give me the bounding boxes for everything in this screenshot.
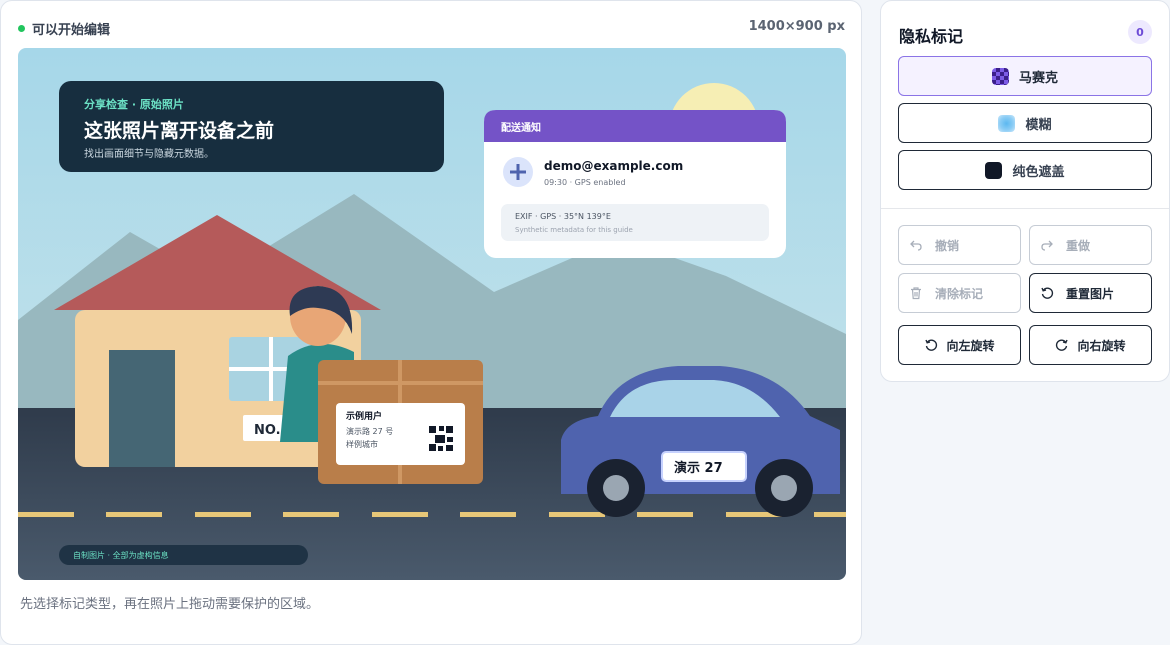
rotate-left-label: 向左旋转	[946, 338, 995, 353]
status-dot-icon	[18, 25, 25, 32]
redo-button[interactable]: 重做	[1029, 225, 1152, 265]
house-number: NO.	[254, 423, 281, 438]
parcel-name: 示例用户	[346, 410, 382, 422]
rotate-left-button[interactable]: 向左旋转	[898, 325, 1021, 365]
undo-icon	[909, 238, 923, 252]
banner-kicker: 分享检查 · 原始照片	[84, 97, 184, 111]
panel-title: 隐私标记	[899, 27, 964, 46]
mark-count-badge: 0	[1128, 20, 1152, 44]
license-plate: 演示 27	[674, 460, 723, 476]
exif-note: Synthetic metadata for this guide	[515, 226, 633, 234]
reset-image-label: 重置图片	[1066, 286, 1115, 301]
editor-status: 可以开始编辑	[18, 19, 110, 38]
reset-image-button[interactable]: 重置图片	[1029, 273, 1152, 313]
blur-label: 模糊	[1025, 117, 1052, 133]
editor-hint: 先选择标记类型，再在照片上拖动需要保护的区域。	[20, 597, 320, 612]
clear-marks-label: 清除标记	[935, 286, 984, 301]
trash-icon	[909, 286, 923, 300]
photo-illustration: NO. 示例用户 演示路 27 号 样例城市 演示 27 分享检查 · 原始照片…	[18, 48, 846, 580]
undo-button[interactable]: 撤销	[898, 225, 1021, 265]
blur-button[interactable]: 模糊	[898, 103, 1152, 143]
parcel: 示例用户 演示路 27 号 样例城市	[318, 360, 483, 484]
mosaic-button[interactable]: 马赛克	[898, 56, 1152, 96]
solid-cover-button[interactable]: 纯色遮盖	[898, 150, 1152, 190]
mosaic-label: 马赛克	[1018, 70, 1058, 86]
parcel-city: 样例城市	[346, 439, 378, 449]
exif-line: EXIF · GPS · 35°N 139°E	[515, 212, 611, 221]
solid-cover-label: 纯色遮盖	[1012, 164, 1065, 180]
clear-marks-button[interactable]: 清除标记	[898, 273, 1021, 313]
editor-card: 可以开始编辑 1400×900 px NO. 示例用户 演示路 27 号 样例城…	[0, 0, 862, 645]
rotate-right-button[interactable]: 向右旋转	[1029, 325, 1152, 365]
photo-canvas[interactable]: NO. 示例用户 演示路 27 号 样例城市 演示 27 分享检查 · 原始照片…	[18, 48, 846, 580]
parcel-address: 演示路 27 号	[346, 426, 393, 436]
redo-icon	[1040, 238, 1054, 252]
image-dimensions: 1400×900 px	[748, 19, 845, 34]
status-text: 可以开始编辑	[32, 23, 111, 38]
photo-banner: 分享检查 · 原始照片 这张照片离开设备之前 找出画面细节与隐藏元数据。	[59, 81, 444, 172]
panel-divider	[881, 208, 1169, 209]
privacy-panel: 隐私标记 0 马赛克 模糊 纯色遮盖 撤销 重做 清除标记 重置图片 向左旋转 …	[880, 0, 1170, 382]
notification-email: demo@example.com	[544, 159, 683, 173]
rotate-right-label: 向右旋转	[1077, 338, 1126, 353]
notification-card: 配送通知 demo@example.com 09:30 · GPS enable…	[484, 110, 786, 258]
banner-subtitle: 找出画面细节与隐藏元数据。	[84, 147, 214, 160]
undo-label: 撤销	[935, 238, 960, 253]
solid-swatch-icon	[985, 161, 1003, 179]
mosaic-swatch-icon	[991, 67, 1009, 85]
photo-footer-note: 自制图片 · 全部为虚构信息	[73, 550, 169, 560]
redo-label: 重做	[1066, 238, 1091, 253]
reset-icon	[1040, 286, 1054, 300]
rotate-right-icon	[1055, 338, 1069, 352]
banner-title: 这张照片离开设备之前	[84, 119, 274, 142]
blur-swatch-icon	[998, 114, 1016, 132]
notification-header: 配送通知	[501, 121, 541, 134]
notification-time: 09:30 · GPS enabled	[544, 178, 626, 187]
rotate-left-icon	[924, 338, 938, 352]
